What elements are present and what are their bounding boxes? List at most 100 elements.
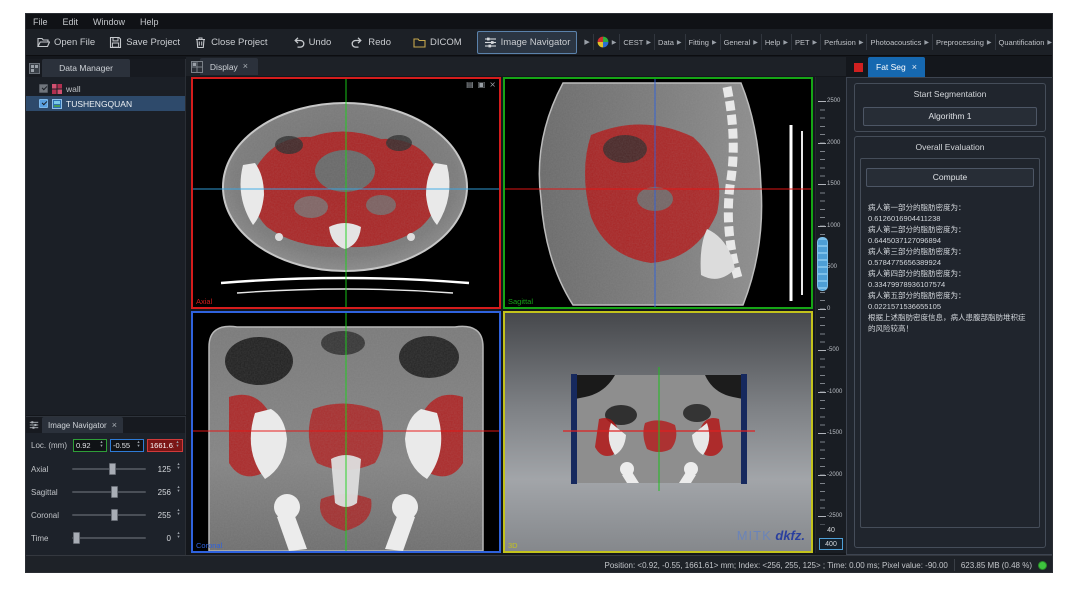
- time-slider-label: Time: [31, 534, 48, 543]
- menu-file[interactable]: File: [33, 17, 48, 27]
- menu-photoacoustics[interactable]: Photoacoustics▶: [866, 34, 932, 50]
- image-navigator-panel: Image Navigator × Loc. (mm) ▴▾ ▴▾ ▴▾ Axi…: [26, 416, 186, 555]
- result-line: 病人第三部分的脂肪密度为：0.5784775656389924: [868, 246, 1032, 268]
- menu-pet[interactable]: PET▶: [791, 34, 820, 50]
- axial-view-label: Axial: [196, 297, 212, 306]
- time-slider-value: 0: [147, 534, 171, 543]
- layout-menu-icon[interactable]: ▤: [466, 80, 474, 89]
- spin-arrows-icon[interactable]: ▴▾: [175, 463, 182, 471]
- slider-minor-ticks: [820, 101, 825, 525]
- tab-fat-seg[interactable]: Fat Seg ×: [868, 57, 925, 77]
- close-icon[interactable]: ×: [912, 63, 917, 72]
- sagittal-viewport[interactable]: Sagittal: [503, 77, 813, 309]
- spin-arrows-icon[interactable]: ▴▾: [135, 441, 142, 449]
- tick-label: 0: [827, 306, 847, 312]
- redo-arrow-icon: [351, 36, 364, 49]
- tick-label: 1000: [827, 223, 847, 229]
- image-navigator-tab-icon: [29, 420, 39, 430]
- axial-slider-value: 125: [147, 465, 171, 474]
- coronal-viewport[interactable]: Coronal: [191, 311, 501, 553]
- loc-z-input[interactable]: [148, 441, 174, 450]
- loc-z-spinbox[interactable]: ▴▾: [147, 439, 183, 452]
- menu-perfusion[interactable]: Perfusion▶: [820, 34, 866, 50]
- sliders-navigator-icon: [484, 36, 497, 49]
- menu-data[interactable]: Data▶: [654, 34, 684, 50]
- close-project-button[interactable]: Close Project: [187, 31, 275, 54]
- overall-evaluation-title: Overall Evaluation: [855, 137, 1045, 152]
- maximize-icon[interactable]: ▣: [478, 80, 486, 89]
- close-icon[interactable]: ×: [243, 62, 248, 71]
- display-layout-icon: [191, 61, 203, 73]
- submenu-arrow-icon: ▶: [924, 39, 929, 46]
- close-icon[interactable]: ×: [489, 80, 496, 89]
- slider-handle[interactable]: [111, 509, 118, 521]
- menu-help[interactable]: Help▶: [761, 34, 791, 50]
- submenu-arrow-icon: ▶: [646, 39, 651, 46]
- menu-preprocessing[interactable]: Preprocessing▶: [932, 34, 995, 50]
- undo-button[interactable]: Undo: [285, 31, 339, 54]
- spin-arrows-icon[interactable]: ▴▾: [175, 509, 182, 517]
- redo-button[interactable]: Redo: [344, 31, 398, 54]
- loc-y-input[interactable]: [111, 441, 135, 450]
- submenu-arrow-icon: ▶: [987, 39, 992, 46]
- save-project-button[interactable]: Save Project: [102, 31, 187, 54]
- coronal-slider[interactable]: [72, 514, 146, 516]
- data-manager-icon: [29, 63, 40, 74]
- main-toolbar: Open File Save Project Close Project Und…: [26, 29, 1052, 56]
- axial-slider-label: Axial: [31, 465, 48, 474]
- menu-quantification[interactable]: Quantification▶: [995, 34, 1052, 50]
- spin-arrows-icon[interactable]: ▴▾: [175, 486, 182, 494]
- dicom-button[interactable]: DICOM: [406, 31, 469, 54]
- sagittal-slider[interactable]: [72, 491, 146, 493]
- time-slider[interactable]: [72, 537, 146, 539]
- mitk-dkfz-watermark: MITK dkfz.: [737, 528, 805, 543]
- spin-arrows-icon[interactable]: ▴▾: [174, 441, 181, 449]
- tick-label: -2000: [827, 472, 847, 478]
- spin-arrows-icon[interactable]: ▴▾: [98, 441, 105, 449]
- loc-x-spinbox[interactable]: ▴▾: [73, 439, 107, 452]
- menu-help[interactable]: Help: [140, 17, 159, 27]
- result-summary: 根据上述脂肪密度信息，病人患腹部脂肪堆积症的风险较高！: [868, 312, 1032, 334]
- spin-arrows-icon[interactable]: ▴▾: [175, 532, 182, 540]
- tab-data-manager[interactable]: Data Manager: [42, 59, 130, 77]
- level-window-slider: 2500 2000 1500 1000 500 0 -500 -1000 -15…: [815, 77, 846, 553]
- position-status-text: Position: <0.92, -0.55, 1661.61> mm; Ind…: [605, 561, 948, 570]
- visibility-checkbox[interactable]: [39, 99, 48, 108]
- toolbar-overflow-icon[interactable]: ▶: [581, 38, 592, 46]
- threed-viewport[interactable]: MITK dkfz. 3D: [503, 311, 813, 553]
- compute-button[interactable]: Compute: [866, 168, 1034, 187]
- image-navigator-button[interactable]: Image Navigator: [477, 31, 578, 54]
- menu-fitting[interactable]: Fitting▶: [685, 34, 720, 50]
- level-value: 40: [816, 527, 846, 534]
- menu-edit[interactable]: Edit: [63, 17, 79, 27]
- tab-image-navigator[interactable]: Image Navigator ×: [42, 417, 123, 433]
- axial-slider[interactable]: [72, 468, 146, 470]
- mitk-workbench-window: File Edit Window Help Open File Save Pro…: [25, 13, 1053, 573]
- slider-handle[interactable]: [73, 532, 80, 544]
- threed-scene: [505, 313, 811, 551]
- sagittal-slider-value: 256: [147, 488, 171, 497]
- window-level-handle[interactable]: [817, 237, 828, 291]
- menu-cest[interactable]: CEST▶: [619, 34, 654, 50]
- submenu-arrow-icon: ▶: [753, 39, 758, 46]
- loc-x-input[interactable]: [74, 441, 98, 450]
- coronal-slider-value: 255: [147, 511, 171, 520]
- data-node-tushengquan[interactable]: TUSHENGQUAN: [26, 96, 185, 111]
- window-value[interactable]: 400: [819, 538, 843, 550]
- menu-window[interactable]: Window: [93, 17, 125, 27]
- visibility-checkbox[interactable]: [39, 84, 48, 93]
- close-icon[interactable]: ×: [112, 421, 117, 430]
- tick-label: 1500: [827, 181, 847, 187]
- menu-general[interactable]: General▶: [720, 34, 761, 50]
- tab-display[interactable]: Display ×: [200, 58, 258, 75]
- open-file-button[interactable]: Open File: [30, 31, 102, 54]
- tick-label: -1500: [827, 430, 847, 436]
- overall-evaluation-group: Overall Evaluation Compute 病人第一部分的脂肪密度为：…: [854, 136, 1046, 548]
- loc-y-spinbox[interactable]: ▴▾: [110, 439, 144, 452]
- axial-viewport[interactable]: ▤ ▣ × Axial: [191, 77, 501, 309]
- algorithm-1-button[interactable]: Algorithm 1: [863, 107, 1037, 126]
- slider-handle[interactable]: [109, 463, 116, 475]
- slider-handle[interactable]: [111, 486, 118, 498]
- view-navigator-button[interactable]: ▶: [593, 34, 620, 50]
- data-node-wall[interactable]: wall: [26, 81, 185, 96]
